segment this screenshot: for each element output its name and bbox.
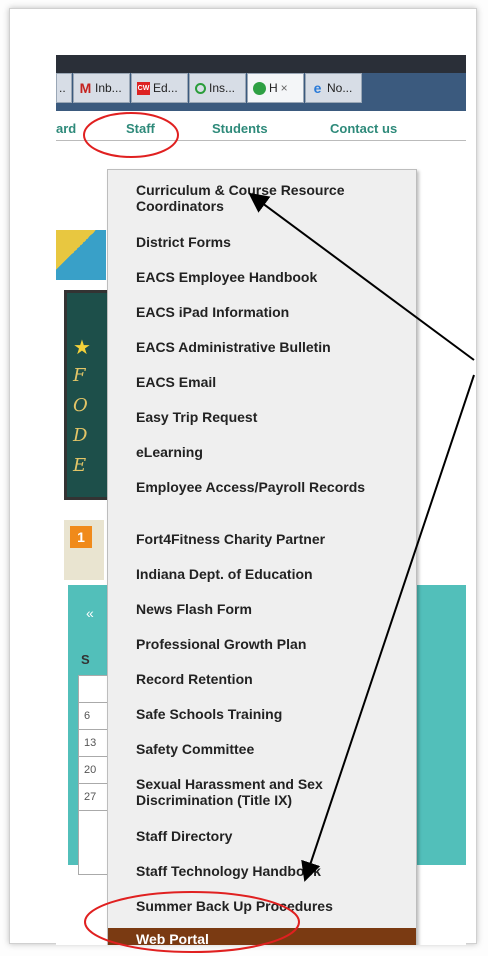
tab-label: H bbox=[269, 81, 278, 95]
menu-item-news-flash[interactable]: News Flash Form bbox=[108, 601, 416, 617]
calendar-day: 1 bbox=[70, 526, 92, 548]
tab-cw[interactable]: CW Ed... bbox=[131, 73, 188, 103]
banner-letter: E bbox=[73, 455, 87, 476]
tab-label: Inb... bbox=[95, 81, 122, 95]
browser-screenshot: .. M Inb... CW Ed... Ins... H × e No... ard … bbox=[56, 55, 466, 945]
menu-item-staff-directory[interactable]: Staff Directory bbox=[108, 828, 416, 844]
menu-item-safe-schools[interactable]: Safe Schools Training bbox=[108, 706, 416, 722]
cw-icon: CW bbox=[137, 81, 150, 95]
menu-item-trip-request[interactable]: Easy Trip Request bbox=[108, 409, 416, 425]
menu-item-employee-handbook[interactable]: EACS Employee Handbook bbox=[108, 269, 416, 285]
calendar-weekday-label: S bbox=[81, 652, 90, 667]
menu-item-curriculum[interactable]: Curriculum & Course Resource Coordinator… bbox=[108, 182, 416, 214]
screenshot-frame: .. M Inb... CW Ed... Ins... H × e No... ard … bbox=[9, 8, 477, 945]
nav-item-contact[interactable]: Contact us bbox=[330, 121, 397, 136]
ie-icon: e bbox=[313, 80, 322, 96]
tab-strip: .. M Inb... CW Ed... Ins... H × e No... bbox=[56, 55, 466, 111]
menu-item-email[interactable]: EACS Email bbox=[108, 374, 416, 390]
tab-ie[interactable]: e No... bbox=[305, 73, 362, 103]
circle-icon bbox=[195, 82, 206, 94]
menu-item-bulletin[interactable]: EACS Administrative Bulletin bbox=[108, 339, 416, 355]
menu-item-web-portal[interactable]: Web Portal bbox=[108, 928, 416, 945]
star-icon: ★ bbox=[73, 337, 91, 359]
nav-item-staff[interactable]: Staff bbox=[126, 121, 155, 136]
tab-ins[interactable]: Ins... bbox=[189, 73, 246, 103]
menu-item-district-forms[interactable]: District Forms bbox=[108, 234, 416, 250]
tab-active-home[interactable]: H × bbox=[247, 73, 304, 103]
tab-label: Ins... bbox=[209, 81, 236, 95]
menu-item-ipad[interactable]: EACS iPad Information bbox=[108, 304, 416, 320]
menu-item-safety-committee[interactable]: Safety Committee bbox=[108, 741, 416, 757]
tab-label: Ed... bbox=[153, 81, 178, 95]
menu-item-summer-backup[interactable]: Summer Back Up Procedures bbox=[108, 898, 416, 914]
tabs: .. M Inb... CW Ed... Ins... H × e No... bbox=[56, 73, 363, 103]
site-logo bbox=[56, 230, 106, 280]
tab-label: .. bbox=[59, 81, 66, 95]
banner-letter: O bbox=[73, 395, 88, 416]
site-nav: ard Staff Students Contact us bbox=[56, 113, 466, 141]
staff-dropdown-menu: Curriculum & Course Resource Coordinator… bbox=[107, 169, 417, 945]
calendar-icon: 1 bbox=[64, 520, 104, 580]
tab-label: No... bbox=[327, 81, 353, 95]
menu-item-payroll[interactable]: Employee Access/Payroll Records bbox=[108, 479, 416, 495]
gmail-icon: M bbox=[79, 80, 92, 96]
menu-item-title-ix[interactable]: Sexual Harassment and Sex Discrimination… bbox=[108, 776, 416, 808]
tab-gmail[interactable]: M Inb... bbox=[73, 73, 130, 103]
menu-item-growth-plan[interactable]: Professional Growth Plan bbox=[108, 636, 416, 652]
nav-item-board[interactable]: ard bbox=[56, 121, 76, 136]
apple-icon bbox=[253, 81, 266, 95]
banner-letter: F bbox=[73, 365, 86, 386]
menu-item-tech-handbook[interactable]: Staff Technology Handbook bbox=[108, 863, 416, 879]
banner-letter: D bbox=[73, 425, 88, 446]
prev-month-button[interactable]: « bbox=[86, 605, 94, 621]
tab-overflow[interactable]: .. bbox=[56, 73, 72, 103]
nav-item-students[interactable]: Students bbox=[212, 121, 268, 136]
menu-item-elearning[interactable]: eLearning bbox=[108, 444, 416, 460]
close-icon[interactable]: × bbox=[281, 81, 288, 95]
menu-item-indiana-doe[interactable]: Indiana Dept. of Education bbox=[108, 566, 416, 582]
menu-item-fort4fitness[interactable]: Fort4Fitness Charity Partner bbox=[108, 531, 416, 547]
menu-item-record-retention[interactable]: Record Retention bbox=[108, 671, 416, 687]
